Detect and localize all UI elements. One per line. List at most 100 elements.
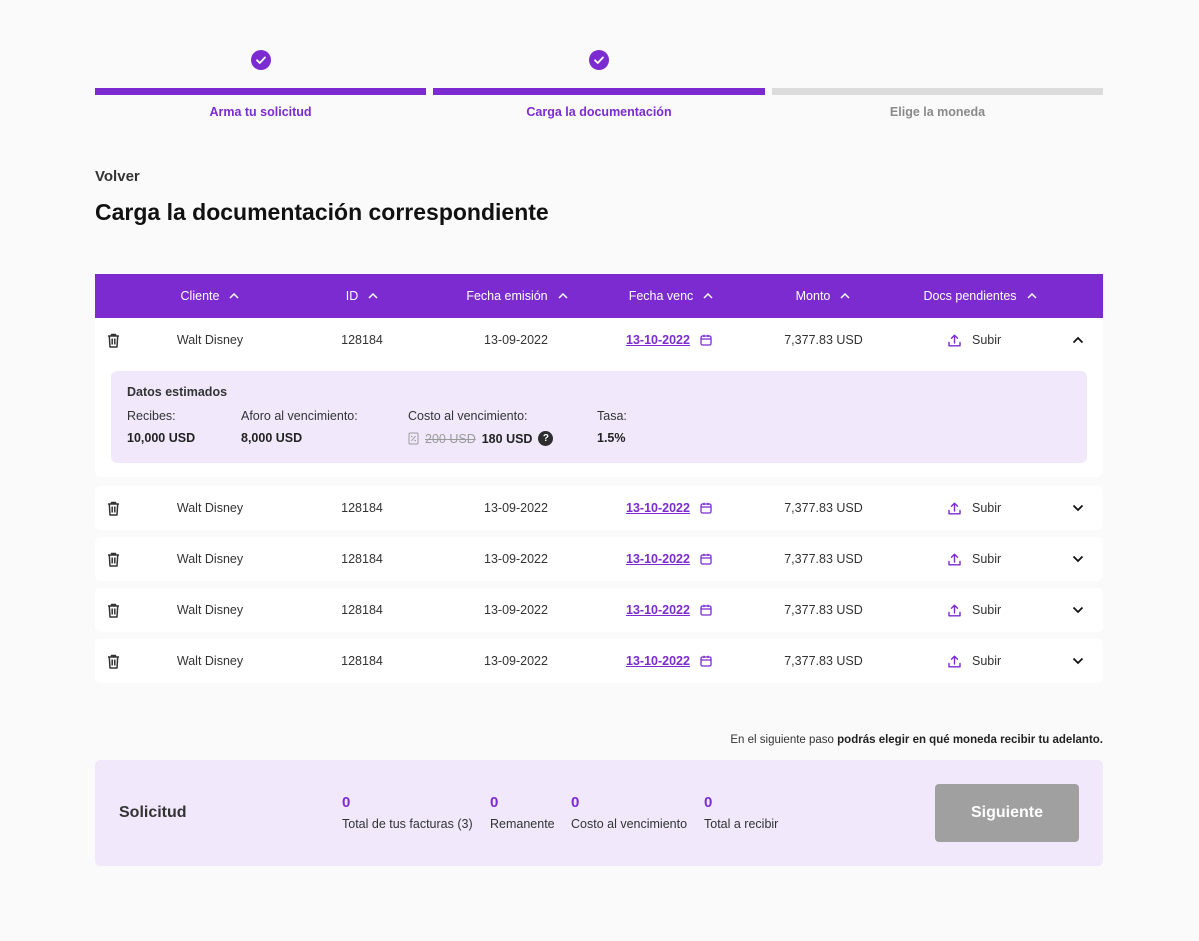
next-button[interactable]: Siguiente (935, 784, 1079, 842)
costo-new-value: 180 USD (481, 431, 533, 446)
header-docs-pendientes[interactable]: Docs pendientes (905, 274, 1055, 318)
calendar-icon[interactable] (700, 604, 712, 616)
costo-old-value: 200 USD (425, 431, 476, 446)
upload-icon (948, 655, 961, 667)
costo-label: Costo al vencimiento: (408, 409, 528, 423)
header-label: Monto (795, 289, 831, 303)
expand-button[interactable] (1070, 588, 1086, 632)
cell-id: 128184 (341, 501, 383, 515)
recibes-value: 10,000 USD (127, 431, 196, 445)
upload-label: Subir (972, 501, 1002, 515)
cell-id: 128184 (341, 333, 383, 347)
table-row: Walt Disney 128184 13-09-2022 13-10-2022… (95, 486, 1103, 530)
delete-button[interactable] (106, 639, 120, 683)
upload-button[interactable]: Subir (948, 318, 1058, 362)
step-progress-bar (433, 88, 765, 95)
upload-button[interactable]: Subir (948, 486, 1058, 530)
table-row: Walt Disney 128184 13-09-2022 13-10-2022… (95, 537, 1103, 581)
step-label: Elige la moneda (889, 105, 986, 119)
summary-value: 0 (490, 794, 499, 811)
cell-monto: 7,377.83 USD (784, 552, 863, 566)
cell-fecha-venc: 13-10-2022 (626, 639, 716, 683)
step-progress-bar (772, 88, 1103, 95)
due-date-link[interactable]: 13-10-2022 (626, 603, 690, 617)
cell-fecha-emision: 13-09-2022 (484, 501, 548, 515)
upload-label: Subir (972, 333, 1002, 347)
summary-label: Total de tus facturas (3) (342, 817, 473, 831)
upload-label: Subir (972, 654, 1002, 668)
recibes-label: Recibes: (127, 409, 176, 423)
aforo-value: 8,000 USD (241, 431, 303, 445)
aforo-label: Aforo al vencimiento: (241, 409, 358, 423)
estimated-data-title: Datos estimados (127, 385, 228, 399)
summary-value: 0 (571, 794, 580, 811)
collapse-button[interactable] (1070, 318, 1086, 362)
cell-monto: 7,377.83 USD (784, 603, 863, 617)
summary-label: Remanente (490, 817, 555, 831)
check-icon (589, 50, 609, 70)
summary-label: Costo al vencimiento (571, 817, 688, 831)
cell-id: 128184 (341, 552, 383, 566)
chevron-down-icon (1072, 555, 1084, 563)
table-row: Walt Disney 128184 13-09-2022 13-10-2022… (95, 588, 1103, 632)
chevron-up-icon (1072, 336, 1084, 344)
costo-value: 200 USD 180 USD ? (408, 431, 554, 446)
due-date-link[interactable]: 13-10-2022 (626, 552, 690, 566)
upload-button[interactable]: Subir (948, 588, 1058, 632)
chevron-down-icon (1072, 657, 1084, 665)
header-label: Cliente (180, 289, 220, 303)
header-label: Fecha venc (628, 289, 694, 303)
calendar-icon[interactable] (700, 655, 712, 667)
upload-label: Subir (972, 603, 1002, 617)
trash-icon (107, 654, 119, 669)
delete-button[interactable] (106, 537, 120, 581)
recibes-group: Recibes: 10,000 USD (127, 409, 195, 445)
due-date-link[interactable]: 13-10-2022 (626, 654, 690, 668)
summary-costo-vencimiento: 0 Costo al vencimiento (571, 794, 687, 831)
estimated-data-panel: Datos estimados Recibes: 10,000 USD Afor… (111, 371, 1087, 463)
expand-button[interactable] (1070, 639, 1086, 683)
costo-group: Costo al vencimiento: 200 USD 180 USD ? (408, 409, 554, 446)
step-label: Arma tu solicitud (209, 105, 312, 119)
help-icon[interactable]: ? (538, 431, 554, 446)
header-label: Docs pendientes (923, 289, 1017, 303)
header-fecha-emision[interactable]: Fecha emisión (457, 274, 577, 318)
header-id[interactable]: ID (317, 274, 407, 318)
sort-up-icon (558, 293, 568, 299)
summary-value: 0 (342, 794, 351, 811)
upload-icon (948, 604, 961, 616)
calendar-icon[interactable] (700, 553, 712, 565)
cell-cliente: Walt Disney (176, 654, 244, 668)
trash-icon (107, 552, 119, 567)
cell-id: 128184 (341, 603, 383, 617)
delete-button[interactable] (106, 588, 120, 632)
calendar-icon[interactable] (700, 334, 712, 346)
header-cliente[interactable]: Cliente (155, 274, 265, 318)
table-row: Walt Disney 128184 13-09-2022 13-10-2022… (95, 318, 1103, 477)
upload-button[interactable]: Subir (948, 639, 1058, 683)
step-progress-bar (95, 88, 426, 95)
due-date-link[interactable]: 13-10-2022 (626, 333, 690, 347)
note-prefix: En el siguiente paso (730, 734, 838, 746)
expand-button[interactable] (1070, 486, 1086, 530)
chevron-down-icon (1072, 504, 1084, 512)
delete-button[interactable] (106, 486, 120, 530)
upload-button[interactable]: Subir (948, 537, 1058, 581)
header-monto[interactable]: Monto (773, 274, 873, 318)
cell-cliente: Walt Disney (176, 552, 244, 566)
sort-up-icon (368, 293, 378, 299)
expand-button[interactable] (1070, 537, 1086, 581)
cell-fecha-venc: 13-10-2022 (626, 537, 716, 581)
due-date-link[interactable]: 13-10-2022 (626, 501, 690, 515)
step-arma-solicitud: Arma tu solicitud (95, 48, 426, 128)
back-link[interactable]: Volver (95, 168, 140, 185)
calendar-icon[interactable] (700, 502, 712, 514)
table-header: Cliente ID Fecha emisión Fecha venc Mont… (95, 274, 1103, 318)
delete-button[interactable] (106, 318, 120, 362)
header-fecha-venc[interactable]: Fecha venc (611, 274, 731, 318)
step-elige-moneda: Elige la moneda (772, 48, 1103, 128)
tasa-group: Tasa: 1.5% (597, 409, 627, 445)
sort-up-icon (703, 293, 713, 299)
cell-fecha-venc: 13-10-2022 (626, 588, 716, 632)
cell-fecha-venc: 13-10-2022 (626, 486, 716, 530)
